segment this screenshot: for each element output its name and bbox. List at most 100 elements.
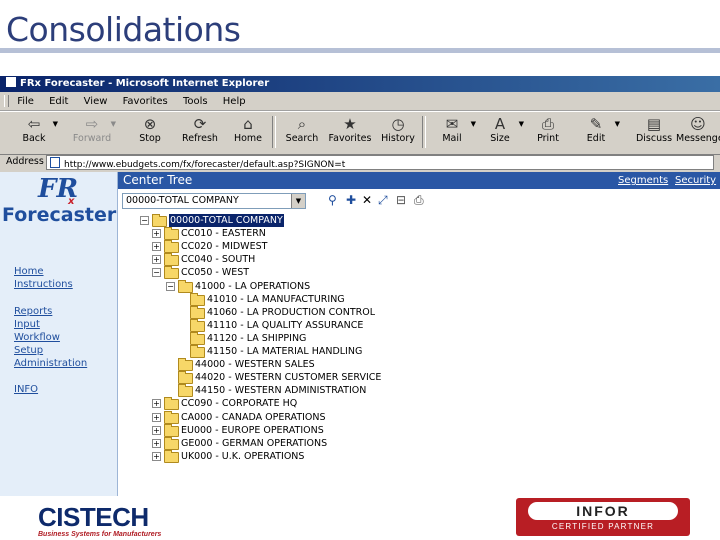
collapse-icon[interactable]: − xyxy=(152,268,161,278)
tree-node-label: 41010 - LA MANUFACTURING xyxy=(207,293,345,305)
browser-titlebar: FRx Forecaster - Microsoft Internet Expl… xyxy=(0,76,720,92)
expand-icon[interactable]: + xyxy=(152,451,161,461)
tree-view-icon[interactable]: ⊟ xyxy=(396,194,406,207)
home-button[interactable]: ⌂ Home xyxy=(226,115,270,144)
nav-workflow[interactable]: Workflow xyxy=(14,332,60,343)
tree-node[interactable]: 44150 - WESTERN ADMINISTRATION xyxy=(118,384,718,398)
nav-instructions[interactable]: Instructions xyxy=(14,279,73,290)
tree-node[interactable]: + CC020 - MIDWEST xyxy=(118,240,718,254)
move-icon[interactable]: ⤢ xyxy=(378,194,388,207)
tree-node[interactable]: + CC040 - SOUTH xyxy=(118,253,718,267)
tree-node[interactable]: − 41000 - LA OPERATIONS xyxy=(118,279,718,293)
menu-help[interactable]: Help xyxy=(223,96,246,107)
collapse-icon[interactable]: − xyxy=(166,281,175,291)
refresh-button[interactable]: ⟳ Refresh xyxy=(178,115,222,144)
tree-node[interactable]: + GE000 - GERMAN OPERATIONS xyxy=(118,436,718,450)
tree-node-label: CC050 - WEST xyxy=(181,267,250,279)
cistech-wordmark: CISTECH xyxy=(38,502,149,532)
tree-node[interactable]: 41010 - LA MANUFACTURING xyxy=(118,292,718,306)
menu-favorites[interactable]: Favorites xyxy=(123,96,168,107)
title-underline xyxy=(0,48,720,53)
infor-tagline: CERTIFIED PARTNER xyxy=(551,522,655,531)
size-button[interactable]: A Size ▼ xyxy=(478,115,524,144)
edit-button[interactable]: ✎ Edit ▼ xyxy=(574,115,620,144)
nav-info[interactable]: INFO xyxy=(14,384,38,395)
search-button[interactable]: ⌕ Search xyxy=(280,115,324,144)
infor-wordmark: INFOR xyxy=(528,502,678,520)
tree-node-label: CC090 - CORPORATE HQ xyxy=(181,398,298,410)
mail-button[interactable]: ✉ Mail ▼ xyxy=(430,115,476,144)
discuss-button[interactable]: ▤ Discuss xyxy=(632,115,676,144)
folder-icon xyxy=(190,331,205,345)
discuss-icon: ▤ xyxy=(646,115,662,133)
expand-icon[interactable]: + xyxy=(152,399,161,409)
folder-icon xyxy=(178,358,193,372)
stop-icon: ⊗ xyxy=(143,115,157,133)
address-input[interactable]: http://www.ebudgets.com/fx/forecaster/de… xyxy=(46,155,714,170)
expand-icon[interactable]: + xyxy=(152,412,161,422)
toolbar-separator xyxy=(272,116,276,148)
tree-node-label: 41110 - LA QUALITY ASSURANCE xyxy=(207,319,364,331)
delete-icon[interactable]: ✕ xyxy=(362,194,372,207)
cistech-tagline: Business Systems for Manufacturers xyxy=(38,531,162,538)
nav-input[interactable]: Input xyxy=(14,319,40,330)
back-button[interactable]: ⇦ Back ▼ xyxy=(12,115,58,144)
tree-node[interactable]: + EU000 - EUROPE OPERATIONS xyxy=(118,423,718,437)
expand-icon[interactable]: + xyxy=(152,425,161,435)
tree-node[interactable]: 44000 - WESTERN SALES xyxy=(118,358,718,372)
company-select[interactable]: 00000-TOTAL COMPANY ▼ xyxy=(122,193,306,209)
security-link[interactable]: Security xyxy=(675,172,716,189)
page-content: FR x Forecaster Home Instructions Report… xyxy=(0,172,720,496)
history-icon: ◷ xyxy=(391,115,405,133)
company-select-value: 00000-TOTAL COMPANY xyxy=(126,195,239,206)
print-button[interactable]: ⎙ Print xyxy=(526,115,570,144)
print-icon: ⎙ xyxy=(541,115,554,133)
nav-home[interactable]: Home xyxy=(14,266,44,277)
menu-tools[interactable]: Tools xyxy=(183,96,208,107)
tree-node[interactable]: + CC010 - EASTERN xyxy=(118,227,718,241)
expand-icon[interactable]: + xyxy=(152,255,161,265)
menu-file[interactable]: File xyxy=(17,96,34,107)
center-tree-panel: Center Tree Segments Security 00000-TOTA… xyxy=(118,172,720,496)
tree-node-label: 44020 - WESTERN CUSTOMER SERVICE xyxy=(195,372,382,384)
tree-node[interactable]: − CC050 - WEST xyxy=(118,266,718,280)
tree-node[interactable]: + CA000 - CANADA OPERATIONS xyxy=(118,410,718,424)
page-icon xyxy=(50,157,60,168)
nav-administration[interactable]: Administration xyxy=(14,358,87,369)
tree-node[interactable]: 44020 - WESTERN CUSTOMER SERVICE xyxy=(118,371,718,385)
print-tree-icon[interactable]: ⎙ xyxy=(414,194,424,207)
tree-node[interactable]: 41110 - LA QUALITY ASSURANCE xyxy=(118,318,718,332)
tree-node[interactable]: 41150 - LA MATERIAL HANDLING xyxy=(118,345,718,358)
address-bar: Address http://www.ebudgets.com/fx/forec… xyxy=(0,154,720,170)
add-icon[interactable]: ✚ xyxy=(346,194,356,207)
expand-icon[interactable]: + xyxy=(152,242,161,252)
browser-title: FRx Forecaster - Microsoft Internet Expl… xyxy=(20,78,270,89)
expand-icon[interactable]: + xyxy=(152,438,161,448)
folder-icon xyxy=(190,318,205,332)
nav-setup[interactable]: Setup xyxy=(14,345,43,356)
back-arrow-icon: ⇦ xyxy=(27,115,41,133)
expand-icon[interactable]: + xyxy=(152,229,161,239)
menu-edit[interactable]: Edit xyxy=(49,96,68,107)
tree-toolbar: 00000-TOTAL COMPANY ▼ ⚲ ✚ ✕ ⤢ ⊟ ⎙ xyxy=(118,190,720,212)
toolbar-separator xyxy=(422,116,426,148)
tree-node-label: UK000 - U.K. OPERATIONS xyxy=(181,450,305,462)
menu-view[interactable]: View xyxy=(84,96,108,107)
tree-node[interactable]: − 00000-TOTAL COMPANY xyxy=(118,214,718,227)
stop-button[interactable]: ⊗ Stop xyxy=(128,115,172,144)
collapse-icon[interactable]: − xyxy=(140,216,149,225)
tree-node[interactable]: + UK000 - U.K. OPERATIONS xyxy=(118,449,718,463)
tree-node[interactable]: + CC090 - CORPORATE HQ xyxy=(118,397,718,411)
tree-node[interactable]: 41120 - LA SHIPPING xyxy=(118,331,718,345)
find-icon[interactable]: ⚲ xyxy=(328,194,337,207)
segments-link[interactable]: Segments xyxy=(618,172,668,189)
forward-arrow-icon: ⇨ xyxy=(85,115,99,133)
messenger-button[interactable]: ☺Messenger xyxy=(676,115,720,144)
ie-icon xyxy=(6,77,16,87)
forward-button[interactable]: ⇨ Forward ▼ xyxy=(70,115,116,144)
tree-node[interactable]: 41060 - LA PRODUCTION CONTROL xyxy=(118,305,718,319)
favorites-button[interactable]: ★ Favorites xyxy=(328,115,372,144)
nav-reports[interactable]: Reports xyxy=(14,306,52,317)
history-button[interactable]: ◷ History xyxy=(376,115,420,144)
tree-node-label: 44000 - WESTERN SALES xyxy=(195,359,315,371)
